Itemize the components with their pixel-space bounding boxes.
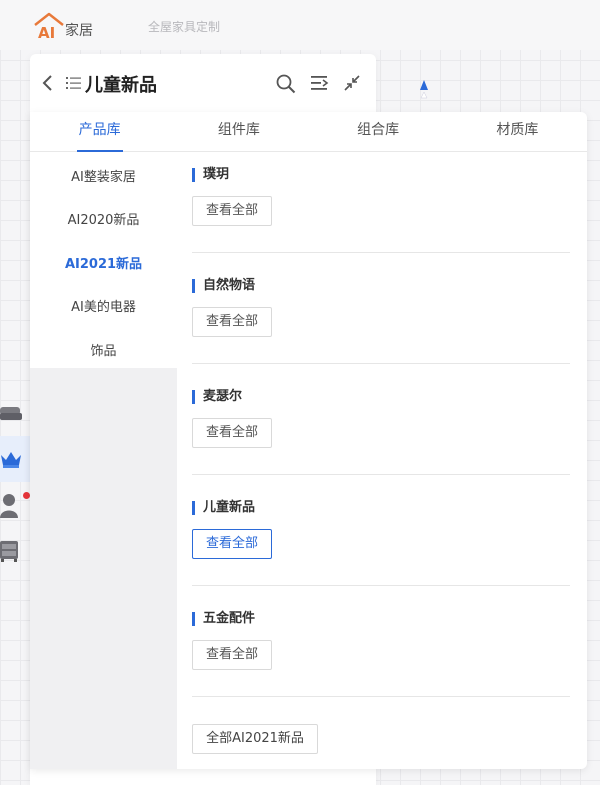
series-title: 自然物语	[192, 279, 255, 293]
tab-materials[interactable]: 材质库	[448, 112, 587, 151]
logo-text: 家居	[65, 23, 93, 39]
house-logo-icon: AI	[34, 12, 64, 40]
library-content: 产品库 组件库 组合库 材质库 AI整装家居 AI2020新品 AI2021新品…	[30, 112, 587, 769]
category-ai2021[interactable]: AI2021新品	[30, 253, 177, 272]
top-bar: AI 家居 全屋家具定制	[0, 0, 600, 50]
dock-item-user[interactable]	[0, 482, 30, 528]
category-ai-home[interactable]: AI整装家居	[30, 166, 177, 185]
category-sidebar: AI整装家居 AI2020新品 AI2021新品 AI美的电器 饰品	[30, 152, 177, 769]
dock-item-premium[interactable]	[0, 436, 30, 482]
shrink-icon[interactable]	[343, 74, 361, 92]
svg-text:AI: AI	[38, 24, 55, 40]
view-all-series-button[interactable]: 全部AI2021新品	[192, 724, 318, 754]
view-all-button[interactable]: 查看全部	[192, 640, 272, 670]
library-tabs: 产品库 组件库 组合库 材质库	[30, 112, 587, 152]
arrow-up-icon[interactable]	[418, 78, 430, 110]
panel-bottom	[30, 769, 376, 785]
category-ai2020[interactable]: AI2020新品	[30, 209, 177, 228]
panel-header: 儿童新品	[30, 54, 376, 112]
crown-icon	[1, 452, 21, 468]
tab-components[interactable]: 组件库	[169, 112, 308, 151]
back-icon[interactable]	[40, 73, 56, 93]
series-title: 儿童新品	[192, 501, 255, 515]
series-title: 璞玥	[192, 168, 229, 182]
collapse-list-icon[interactable]	[311, 74, 329, 92]
divider	[192, 363, 570, 364]
view-all-button[interactable]: 查看全部	[192, 529, 272, 559]
cabinet-icon	[0, 541, 18, 562]
left-dock	[0, 390, 30, 574]
view-all-button[interactable]: 查看全部	[192, 418, 272, 448]
sofa-icon	[0, 407, 22, 420]
view-all-button[interactable]: 查看全部	[192, 307, 272, 337]
user-icon	[0, 494, 18, 518]
tab-products[interactable]: 产品库	[30, 112, 169, 151]
search-icon[interactable]	[276, 74, 296, 94]
list-icon	[66, 77, 81, 89]
top-tagline: 全屋家具定制	[148, 20, 221, 34]
divider	[192, 474, 570, 475]
tab-combinations[interactable]: 组合库	[309, 112, 448, 151]
series-title: 麦瑟尔	[192, 390, 242, 404]
app-logo[interactable]: AI 家居	[33, 12, 93, 40]
view-all-button[interactable]: 查看全部	[192, 196, 272, 226]
divider	[192, 585, 570, 586]
category-ai-midea[interactable]: AI美的电器	[30, 296, 177, 315]
divider	[192, 696, 570, 697]
category-decor[interactable]: 饰品	[30, 340, 177, 359]
notification-dot	[23, 492, 30, 499]
dock-item-furniture[interactable]	[0, 390, 30, 436]
series-title: 五金配件	[192, 612, 255, 626]
dock-item-cabinet[interactable]	[0, 528, 30, 574]
panel-title: 儿童新品	[85, 75, 157, 96]
divider	[192, 252, 570, 253]
